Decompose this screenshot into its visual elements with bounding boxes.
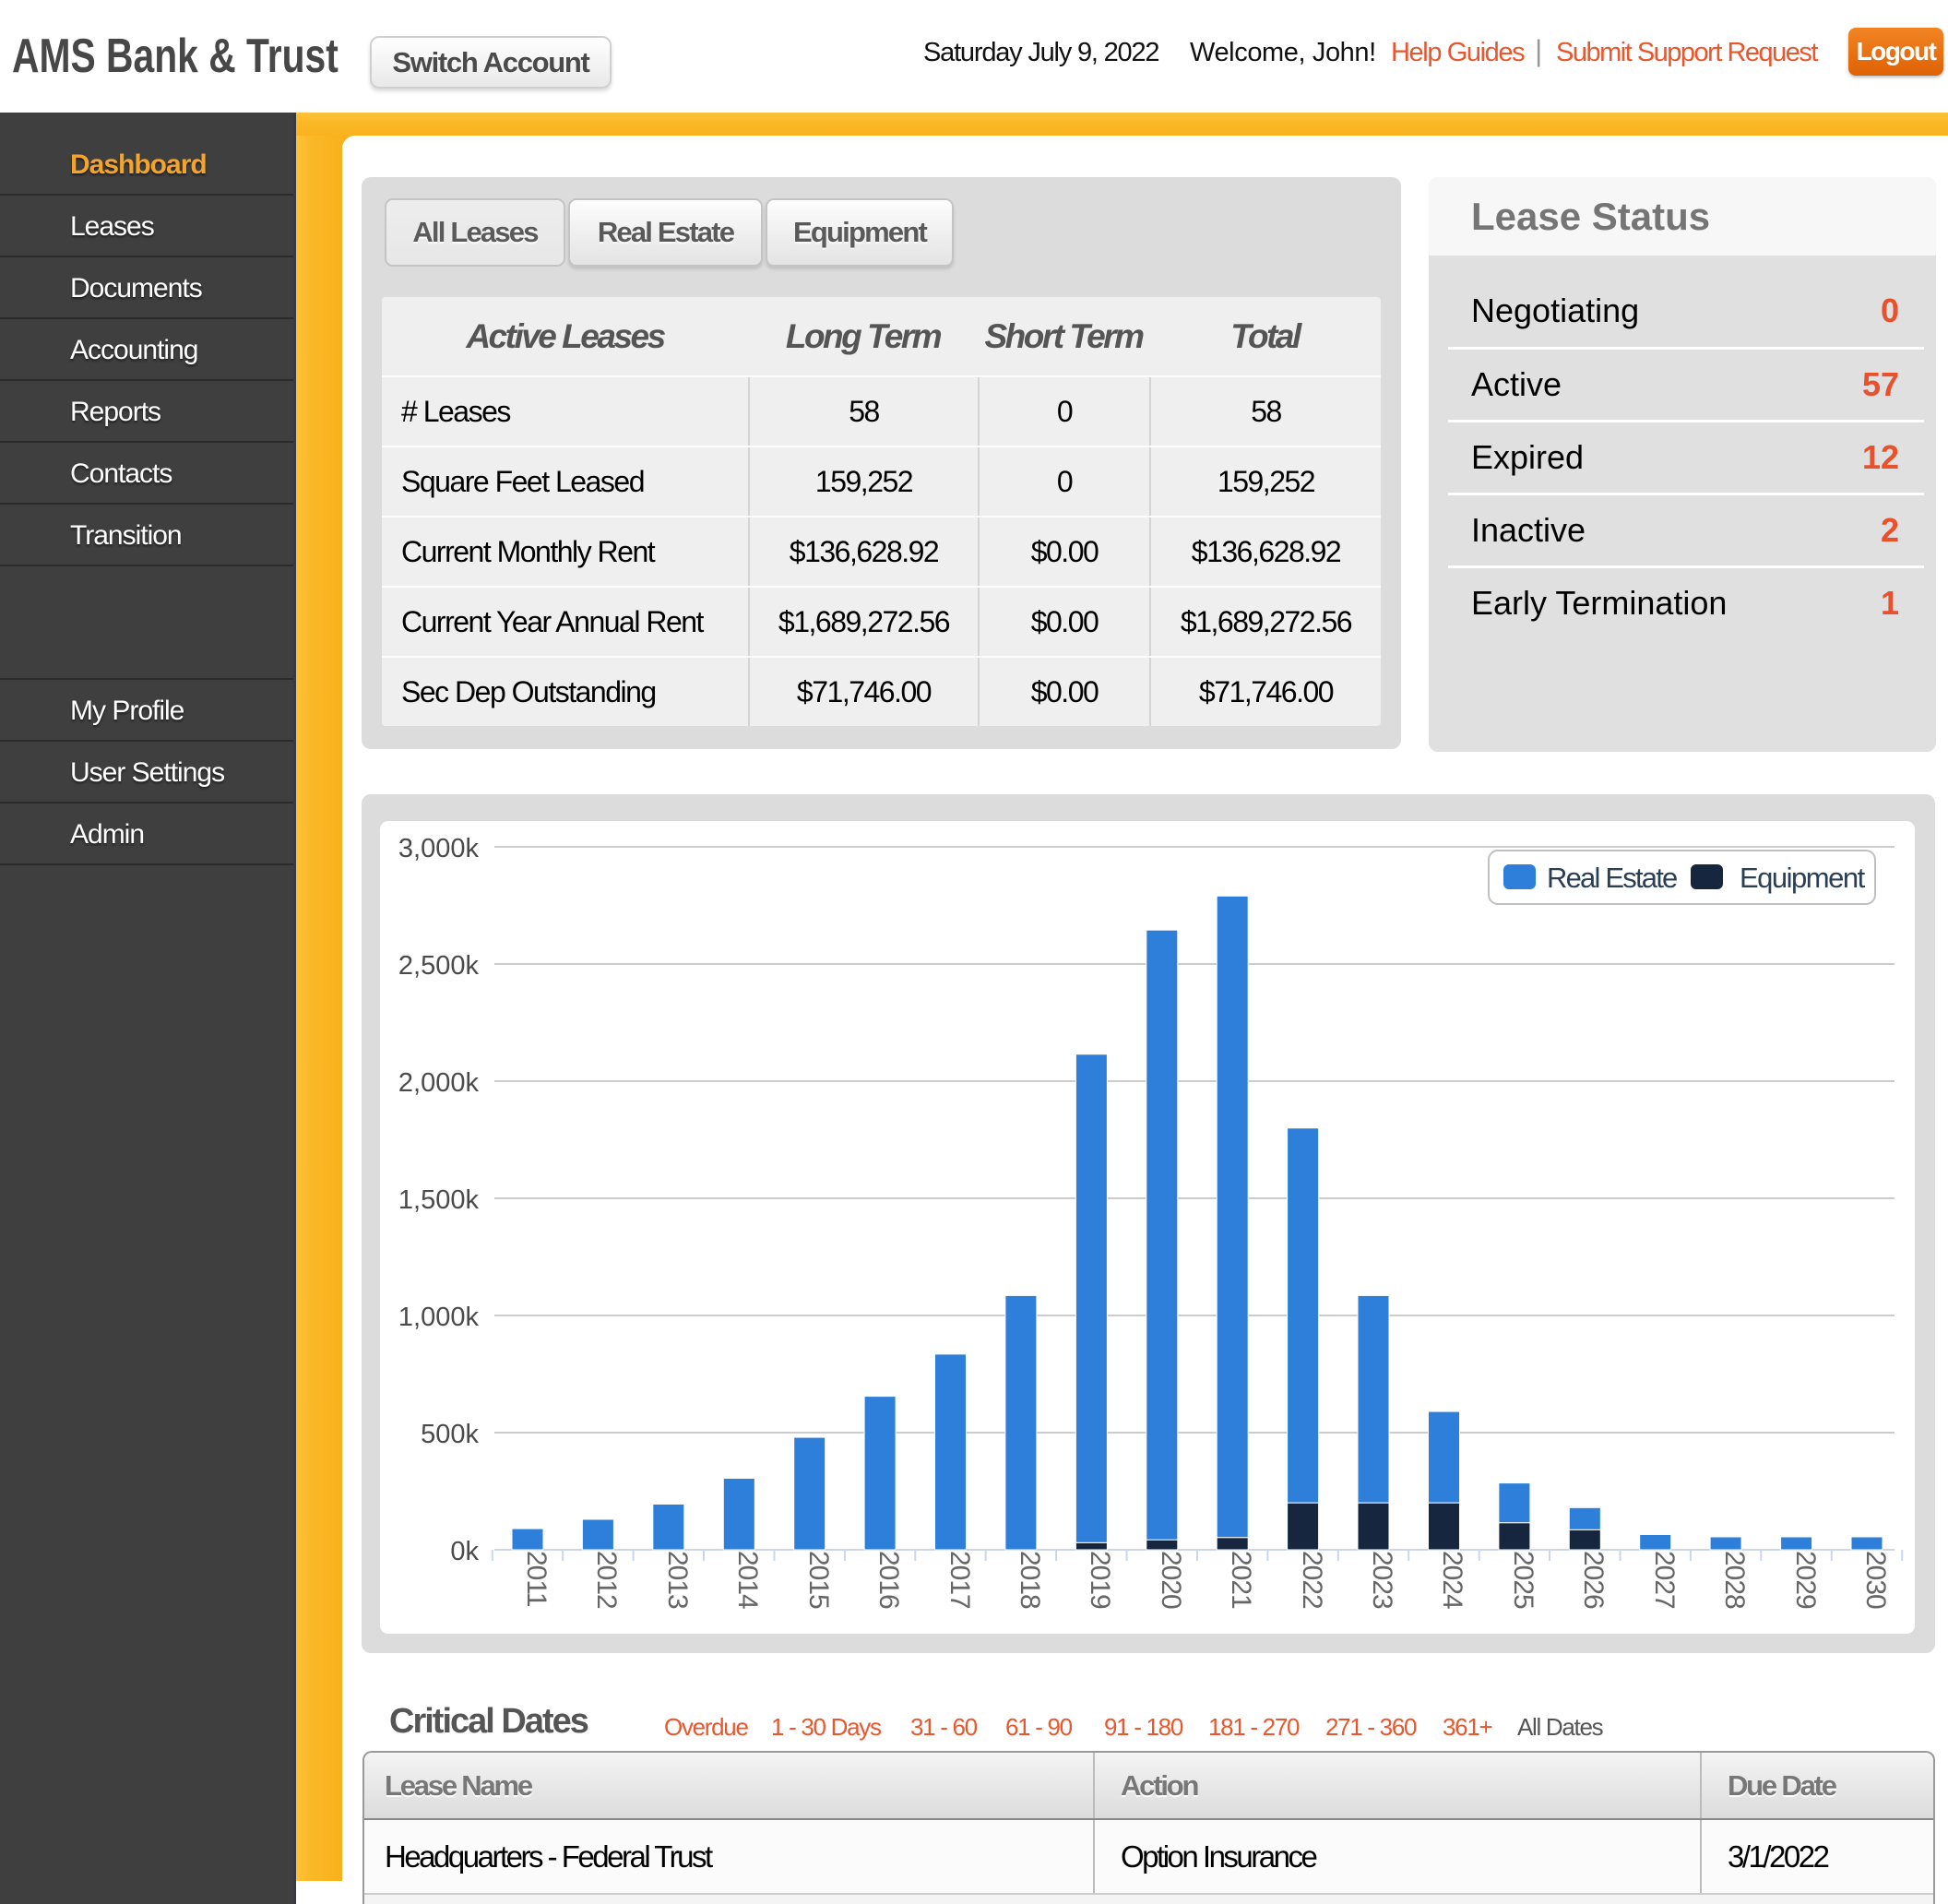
svg-text:2015: 2015 (803, 1551, 834, 1609)
svg-text:2028: 2028 (1719, 1551, 1750, 1609)
svg-text:2,000k: 2,000k (398, 1068, 480, 1098)
svg-text:2029: 2029 (1790, 1551, 1821, 1609)
svg-text:2011: 2011 (521, 1551, 552, 1607)
svg-text:2027: 2027 (1649, 1551, 1680, 1609)
svg-text:2016: 2016 (873, 1551, 904, 1609)
svg-text:2023: 2023 (1367, 1551, 1397, 1609)
svg-text:2014: 2014 (732, 1551, 763, 1609)
svg-text:2025: 2025 (1508, 1551, 1538, 1609)
svg-text:2012: 2012 (591, 1551, 622, 1609)
svg-text:0k: 0k (450, 1537, 479, 1566)
svg-text:Equipment: Equipment (1740, 862, 1866, 894)
svg-text:500k: 500k (421, 1420, 479, 1449)
svg-text:1,500k: 1,500k (398, 1185, 480, 1215)
svg-text:2026: 2026 (1578, 1551, 1609, 1609)
svg-text:2019: 2019 (1085, 1551, 1115, 1609)
svg-text:2030: 2030 (1860, 1551, 1891, 1609)
svg-text:2022: 2022 (1297, 1551, 1327, 1609)
svg-text:3,000k: 3,000k (398, 834, 480, 863)
svg-text:2013: 2013 (662, 1551, 693, 1609)
svg-text:2020: 2020 (1156, 1551, 1186, 1609)
svg-text:2018: 2018 (1015, 1551, 1045, 1609)
svg-text:2017: 2017 (944, 1551, 975, 1609)
svg-text:Real Estate: Real Estate (1547, 862, 1677, 894)
svg-text:1,000k: 1,000k (398, 1303, 480, 1332)
svg-text:2,500k: 2,500k (398, 951, 480, 981)
svg-text:2021: 2021 (1226, 1551, 1256, 1609)
svg-text:2024: 2024 (1437, 1551, 1467, 1609)
